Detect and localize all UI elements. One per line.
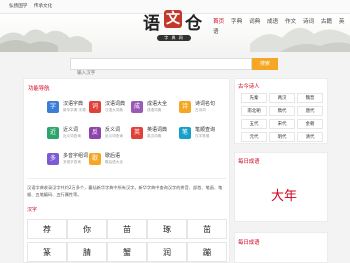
tool-desc: 成语词典 [147,108,162,112]
nav-chengyu[interactable]: 成语 [267,19,278,25]
tool-name: 歇后语 [105,153,121,159]
era-item[interactable]: 两汉 [269,93,295,103]
intro-text: 汉语字典收录汉字共约2万多个，囊括新华字典中所有汉字。新华字典中查询汉字的拼音、… [27,185,223,197]
era-item[interactable]: 清代 [297,132,323,142]
logo-seal: 文 [164,10,182,28]
daily-idiom-panel-2 [234,232,328,263]
tool-name: 近义词 [63,127,79,133]
era-item[interactable]: 南北朝 [241,106,267,116]
poetry-icon: 诗 [179,101,191,113]
logo-subtitle: 字 典 网 [157,35,191,41]
nav-shici[interactable]: 诗词 [303,19,314,25]
era-item[interactable]: 元代 [241,132,267,142]
hanzi-cell[interactable]: 琢 [147,219,187,239]
tool-name: 诗词名句 [195,101,216,107]
era-item[interactable]: 五代 [241,119,267,129]
tool-desc: 英汉词典 [147,134,162,138]
top-link-2[interactable]: 传承文化 [34,4,52,9]
synonym-icon: 近 [47,127,59,139]
hanzi-cell[interactable]: 荐 [27,219,67,239]
tools-title: 功能导航 [28,86,50,92]
hanzi-cell[interactable]: 篆 [27,242,67,262]
era-item[interactable]: 明代 [269,132,295,142]
stroke-order-icon: 笔 [179,127,191,139]
era-item[interactable]: 金朝 [297,119,323,129]
main-nav: 首页 字典 词典 成语 作文 诗词 古籍 英语 [213,17,350,35]
tool-name: 笔顺查询 [195,127,216,133]
antonym-icon: 反 [89,127,101,139]
logo-char-1: 语 [143,14,160,34]
xiehouyu-icon: 歇 [89,153,101,165]
hanzi-cell[interactable]: 你 [67,219,107,239]
english-icon: 英 [131,127,143,139]
hanzi-cell[interactable]: 腈 [67,242,107,262]
tool-name: 汉语词典 [105,101,126,107]
tool-shici[interactable]: 诗 诗词名句 古诗词 [179,100,227,118]
tool-desc: 古诗词 [195,108,206,112]
hanzi-cell[interactable]: 苗 [107,219,147,239]
era-item[interactable]: 唐代 [297,106,323,116]
site-logo[interactable]: 语 文 仓 字 典 网 [143,9,208,49]
tool-desc: 新华字典·字源 [63,108,86,112]
hanzi-cell[interactable]: 蟹 [107,242,147,262]
idiom-icon: 成 [131,101,143,113]
dictionary-icon: 字 [47,101,59,113]
tool-desc: 近义词查询 [63,134,81,138]
hanzi-cell[interactable]: 润 [147,242,187,262]
tool-desc: 汉字笔顺 [195,134,210,138]
tool-name: 反义词 [105,127,121,133]
nav-zidian[interactable]: 字典 [231,19,242,25]
divider [27,178,226,179]
era-item[interactable]: 宋代 [269,119,295,129]
tool-desc: 多音字查询 [63,160,81,164]
tool-name: 汉语字典 [63,101,84,107]
tool-desc: 歇后语大全 [105,160,123,164]
nav-guji[interactable]: 古籍 [321,19,332,25]
daily-idiom-title-2: 每日成语 [238,240,260,246]
nav-cidian[interactable]: 词典 [249,19,260,25]
search-input[interactable] [71,68,251,79]
tool-desc: 汉语大词典 [105,108,123,112]
polyphone-icon: 多 [47,153,59,165]
logo-char-3: 仓 [185,14,202,34]
nav-zuowen[interactable]: 作文 [285,19,296,25]
tool-name: 多音字组词 [63,153,89,159]
top-links: 弘扬国学 传承文化 [9,0,57,13]
search-box [70,58,252,79]
hanzi-cell[interactable]: 茁 [187,219,227,239]
daily-word-title: 每日成语 [238,159,260,165]
nav-home[interactable]: 首页 [213,19,224,25]
tool-xiehouyu[interactable]: 歇 歇后语 歇后语大全 [89,152,161,170]
search-button[interactable]: 搜索 [252,58,278,70]
poets-title: 古今诗人 [238,84,260,90]
era-item[interactable]: 隋代 [269,106,295,116]
tool-name: 英语词典 [147,127,168,133]
hanzi-cell[interactable]: 蹦 [187,242,227,262]
word-dictionary-icon: 词 [89,101,101,113]
tool-name: 成语大全 [147,101,168,107]
era-item[interactable]: 魏晋 [297,93,323,103]
hanzi-title: 汉字 [27,207,38,213]
tool-bishun[interactable]: 笔 笔顺查询 汉字笔顺 [179,126,227,144]
daily-word-text[interactable]: 大年 [241,185,327,204]
era-item[interactable]: 先秦 [241,93,267,103]
top-link-1[interactable]: 弘扬国学 [9,4,27,9]
tool-desc: 反义词查询 [105,134,123,138]
